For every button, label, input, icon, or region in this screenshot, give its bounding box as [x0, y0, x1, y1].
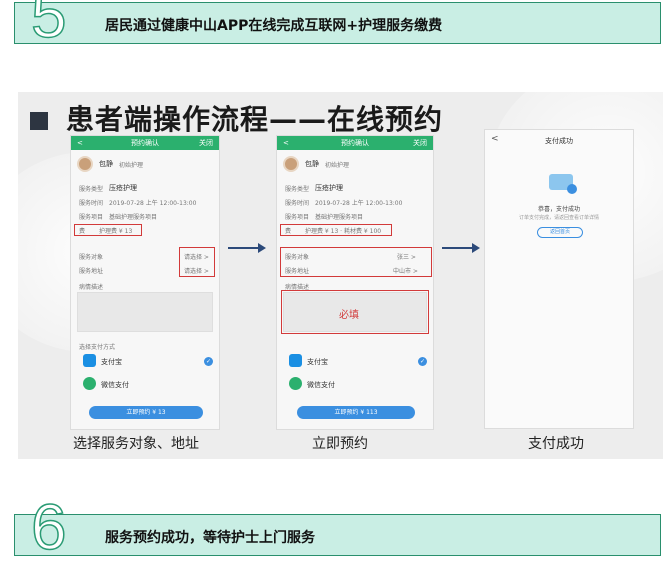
phone-title: 预约确认	[341, 139, 369, 147]
fee-value: 护理费 ¥ 13	[99, 228, 133, 235]
item-value: 基础护理服务项目	[315, 214, 364, 221]
time-label: 服务时间	[79, 200, 104, 207]
caption-success: 支付成功	[528, 436, 584, 452]
wechat-label[interactable]: 微信支付	[307, 380, 335, 390]
fee-label: 费	[79, 228, 86, 235]
alipay-icon	[83, 354, 96, 367]
alipay-label[interactable]: 支付宝	[101, 357, 122, 367]
item-value: 基础护理服务项目	[109, 214, 158, 221]
close-link[interactable]: 关闭	[199, 138, 213, 148]
wechat-icon	[83, 377, 96, 390]
service-value: 压疮护理	[315, 184, 343, 192]
submit-button[interactable]: 立即预约 ¥ 113	[297, 406, 415, 419]
step5-number: 5	[30, 0, 67, 51]
service-label: 服务类型	[285, 186, 310, 193]
time-label: 服务时间	[285, 200, 310, 207]
fee-label: 费	[285, 228, 292, 235]
caption-book: 立即预约	[312, 436, 368, 452]
time-value: 2019-07-28 上午 12:00-13:00	[109, 200, 197, 207]
user-name: 包静	[305, 160, 319, 168]
step6-banner: 6 服务预约成功，等待护士上门服务	[14, 494, 661, 560]
phone-header: < 预约确认 关闭	[71, 136, 219, 150]
avatar	[77, 156, 93, 172]
phone-screen-book: < 预约确认 关闭 包静 初始护理 服务类型 压疮护理 服务时间 2019-07…	[276, 135, 434, 430]
object-label: 服务对象	[79, 254, 104, 261]
item-label: 服务项目	[79, 214, 104, 221]
object-address-highlight	[179, 247, 215, 277]
step6-number: 6	[30, 491, 67, 563]
back-home-button[interactable]: 返回首页	[537, 227, 583, 238]
step5-text: 居民通过健康中山APP在线完成互联网+护理服务缴费	[105, 18, 443, 34]
alipay-label[interactable]: 支付宝	[307, 357, 328, 367]
alipay-icon	[289, 354, 302, 367]
service-label: 服务类型	[79, 186, 104, 193]
arrow-icon	[442, 243, 480, 253]
success-sub: 订单支付完成，请返回查看订单详情	[518, 215, 599, 221]
step6-text: 服务预约成功，等待护士上门服务	[105, 530, 315, 546]
avatar	[283, 156, 299, 172]
desc-input[interactable]	[77, 292, 213, 332]
user-tag: 初始护理	[325, 162, 350, 169]
phone-header: < 预约确认 关闭	[277, 136, 433, 150]
desc-label: 病情描述	[79, 284, 104, 291]
step5-banner: 5 居民通过健康中山APP在线完成互联网+护理服务缴费	[14, 0, 661, 51]
process-photo-panel: 患者端操作流程——在线预约 < 预约确认 关闭 包静 初始护理 服务类型 压疮护…	[18, 92, 663, 459]
check-icon[interactable]: ✓	[204, 357, 213, 366]
pay-method-label: 选择支付方式	[79, 344, 116, 351]
submit-button[interactable]: 立即预约 ¥ 13	[89, 406, 203, 419]
phone-title: 支付成功	[545, 137, 573, 145]
phone-title: 预约确认	[131, 139, 159, 147]
heading-square-icon	[30, 112, 48, 130]
user-name: 包静	[99, 160, 113, 168]
arrow-icon	[228, 243, 266, 253]
object-label: 服务对象	[285, 254, 310, 261]
close-link[interactable]: 关闭	[413, 138, 427, 148]
fee-value: 护理费 ¥ 13 · 耗材费 ¥ 100	[305, 228, 382, 235]
wechat-icon	[289, 377, 302, 390]
object-value[interactable]: 张三 >	[397, 252, 416, 261]
caption-select: 选择服务对象、地址	[73, 436, 199, 452]
address-label: 服务地址	[285, 268, 310, 275]
address-value[interactable]: 中山市 >	[393, 266, 418, 275]
required-hint: 必填	[339, 310, 359, 321]
phone-screen-select: < 预约确认 关闭 包静 初始护理 服务类型 压疮护理 服务时间 2019-07…	[70, 135, 220, 430]
user-tag: 初始护理	[119, 162, 144, 169]
item-label: 服务项目	[285, 214, 310, 221]
address-label: 服务地址	[79, 268, 104, 275]
success-message: 恭喜，支付成功	[537, 206, 580, 213]
panel-heading: 患者端操作流程——在线预约	[66, 103, 444, 136]
wechat-label[interactable]: 微信支付	[101, 380, 129, 390]
service-value: 压疮护理	[109, 184, 137, 192]
phone-screen-success: < 支付成功 恭喜，支付成功 订单支付完成，请返回查看订单详情 返回首页	[484, 129, 634, 429]
success-check-icon	[567, 184, 577, 194]
check-icon[interactable]: ✓	[418, 357, 427, 366]
time-value: 2019-07-28 上午 12:00-13:00	[315, 200, 403, 207]
